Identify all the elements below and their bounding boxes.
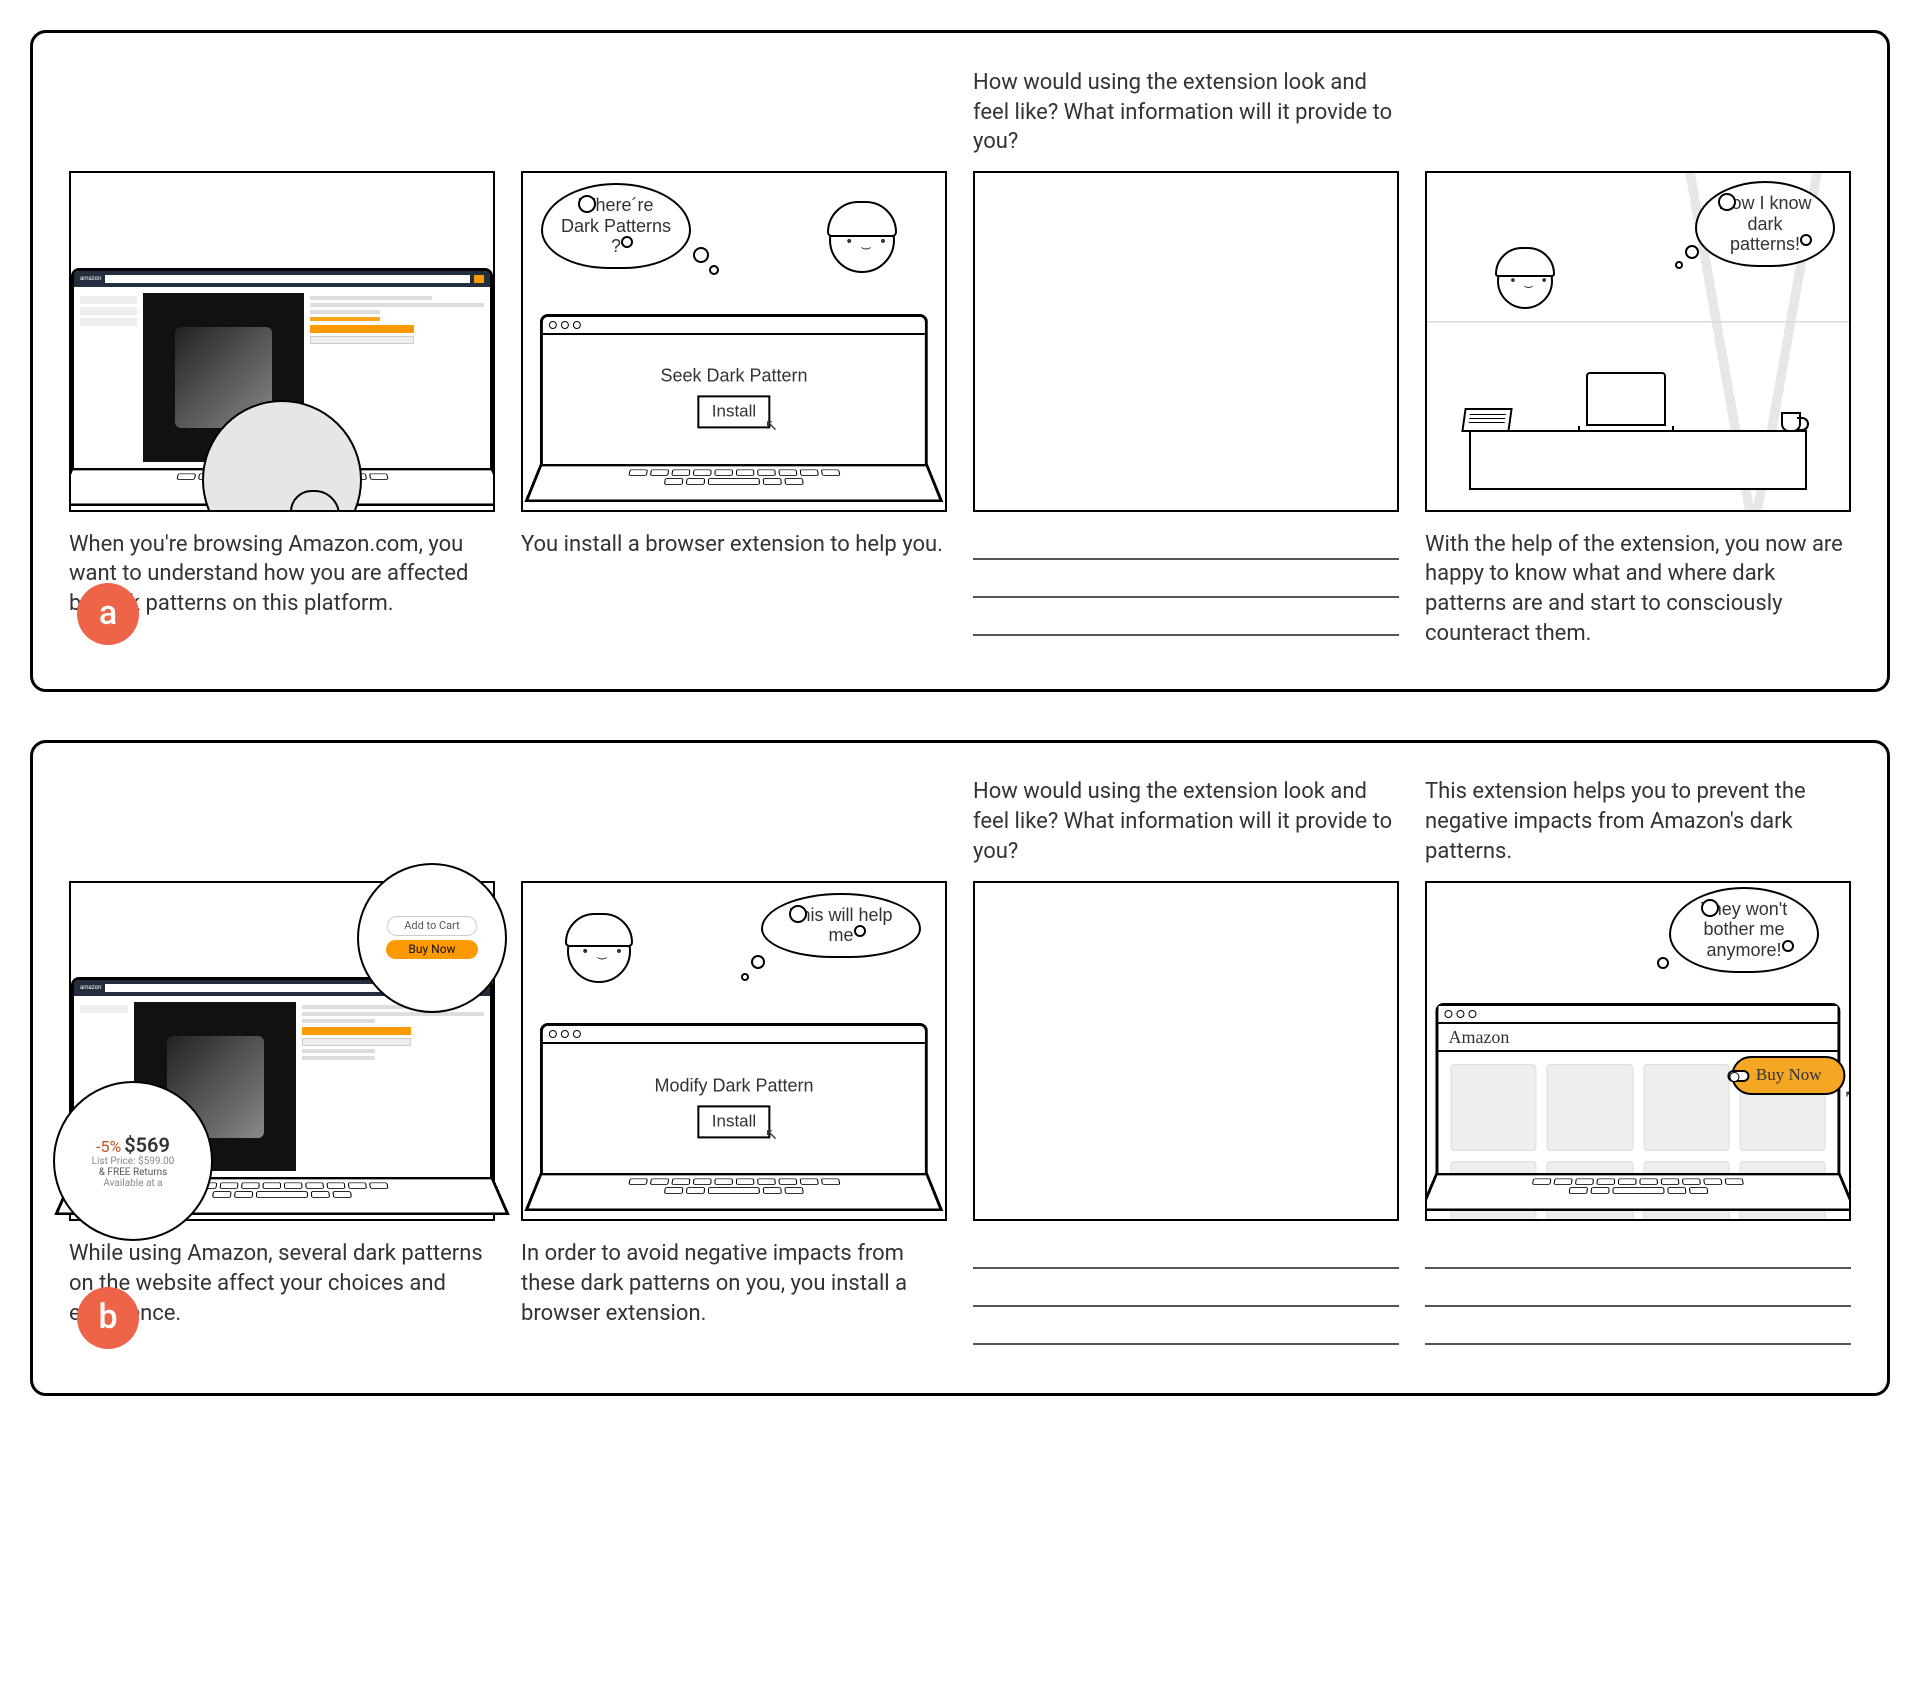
desk-laptop — [1586, 372, 1674, 434]
buy-now-pill[interactable]: Buy Now ↖ — [1732, 1056, 1846, 1095]
thought-text: Where´re Dark Patterns ? — [561, 195, 671, 256]
thought-bubble: Where´re Dark Patterns ? — [541, 183, 691, 269]
panel-b2: This will help me • ‿ • Modify Dark Patt… — [521, 881, 947, 1222]
zoom-buybox: Add to Cart Buy Now — [357, 863, 507, 1013]
cursor-icon: ↖ — [765, 1125, 778, 1147]
fill-lines-a3[interactable] — [973, 530, 1399, 644]
panel-row-b: amazon — [69, 881, 1851, 1354]
badge-b: b — [77, 1287, 139, 1349]
paper-icon — [1461, 408, 1512, 432]
thought-text: This will help me — [789, 905, 892, 946]
caption-b2: In order to avoid negative impacts from … — [521, 1239, 947, 1328]
panel-a4: Now I know dark patterns! • ‿ • — [1425, 171, 1851, 512]
panel-a2: Where´re Dark Patterns ? • ‿ • Seek Dark… — [521, 171, 947, 512]
fill-lines-b4[interactable] — [1425, 1239, 1851, 1353]
panel-b4: They won't bother me anymore! Amazon B — [1425, 881, 1851, 1222]
cursor-icon: ↖ — [1844, 1086, 1851, 1108]
prompt-b2 — [521, 771, 947, 881]
prompt-a4 — [1425, 61, 1851, 171]
fill-lines-b3[interactable] — [973, 1239, 1399, 1353]
prompt-row-a: How would using the extension look and f… — [69, 61, 1851, 171]
desk — [1469, 430, 1807, 490]
caption-a4: With the help of the extension, you now … — [1425, 530, 1851, 649]
panel-row-a: amazon — [69, 171, 1851, 649]
zoom-price: -5% $569 List Price: $599.00 & FREE Retu… — [53, 1081, 213, 1241]
prompt-a3: How would using the extension look and f… — [973, 61, 1399, 171]
panel-a1: amazon — [69, 171, 495, 512]
window-title: Seek Dark Pattern — [660, 364, 807, 388]
thought-bubble: They won't bother me anymore! — [1669, 887, 1819, 973]
site-label: Amazon — [1448, 1025, 1509, 1049]
panel-b3 — [973, 881, 1399, 1222]
toggle-icon[interactable] — [1728, 1070, 1750, 1082]
prompt-b3: How would using the extension look and f… — [973, 771, 1399, 881]
storyboard-a: a How would using the extension look and… — [30, 30, 1890, 692]
badge-a: a — [77, 583, 139, 645]
cursor-icon: ↖ — [765, 415, 778, 437]
thought-text: They won't bother me anymore! — [1701, 899, 1787, 960]
prompt-a2 — [521, 61, 947, 171]
caption-a2: You install a browser extension to help … — [521, 530, 947, 560]
thought-bubble: Now I know dark patterns! — [1695, 181, 1835, 267]
install-button[interactable]: Install ↖ — [698, 396, 770, 429]
panel-a3 — [973, 171, 1399, 512]
window-title: Modify Dark Pattern — [654, 1073, 813, 1097]
prompt-b4: This extension helps you to prevent the … — [1425, 771, 1851, 881]
install-button[interactable]: Install ↖ — [698, 1105, 770, 1138]
panel-b1: amazon — [69, 881, 495, 1222]
storyboard-b: b How would using the extension look and… — [30, 740, 1890, 1397]
thought-text: Now I know dark patterns! — [1718, 193, 1811, 254]
thought-bubble: This will help me — [761, 893, 921, 958]
prompt-a1 — [69, 61, 495, 171]
prompt-row-b: How would using the extension look and f… — [69, 771, 1851, 881]
mug-icon — [1781, 412, 1801, 432]
